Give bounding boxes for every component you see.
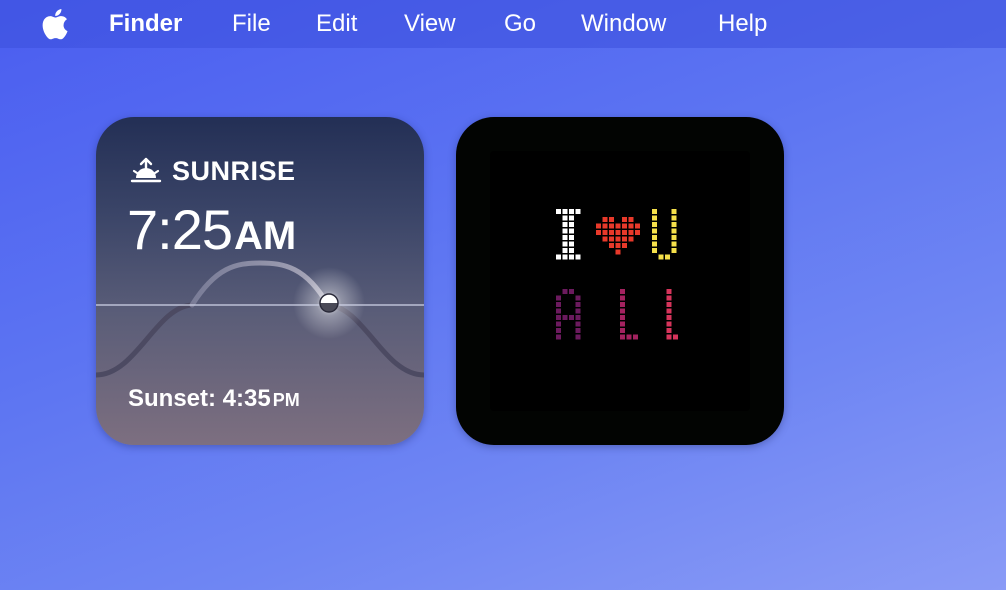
menu-view[interactable]: View [404, 9, 456, 39]
menu-window[interactable]: Window [581, 9, 666, 39]
pixel-display-widget[interactable] [456, 117, 784, 445]
menu-help[interactable]: Help [718, 9, 767, 39]
menu-app-finder[interactable]: Finder [109, 9, 182, 39]
pixel-letter-u [652, 209, 677, 260]
sunrise-time-value: 7:25 [127, 198, 233, 261]
sunrise-widget[interactable]: SUNRISE 7:25AM Sunset: 4:35 PM [96, 117, 424, 445]
sunset-time-value: Sunset: 4:35 [128, 385, 271, 412]
apple-logo-icon[interactable] [39, 8, 69, 40]
menu-go[interactable]: Go [504, 9, 536, 39]
sunrise-label: SUNRISE [172, 155, 296, 186]
sunset-time-suffix: PM [272, 390, 300, 410]
pixel-letter-i [556, 209, 581, 260]
pixel-letter-l-first [620, 289, 638, 340]
menu-file[interactable]: File [232, 9, 271, 39]
pixel-message-graphic [556, 209, 678, 340]
sunrise-time: 7:25AM [127, 197, 296, 262]
sunset-time: Sunset: 4:35 PM [128, 385, 300, 413]
sunrise-icon [130, 157, 162, 183]
pixel-heart [596, 217, 640, 255]
pixel-letter-a [556, 289, 581, 340]
menu-edit[interactable]: Edit [316, 9, 357, 39]
sunrise-time-suffix: AM [234, 214, 297, 258]
pixel-screen [490, 151, 750, 411]
menu-bar: Finder File Edit View Go Window Help [0, 0, 1006, 48]
pixel-letter-l-second [666, 289, 678, 340]
